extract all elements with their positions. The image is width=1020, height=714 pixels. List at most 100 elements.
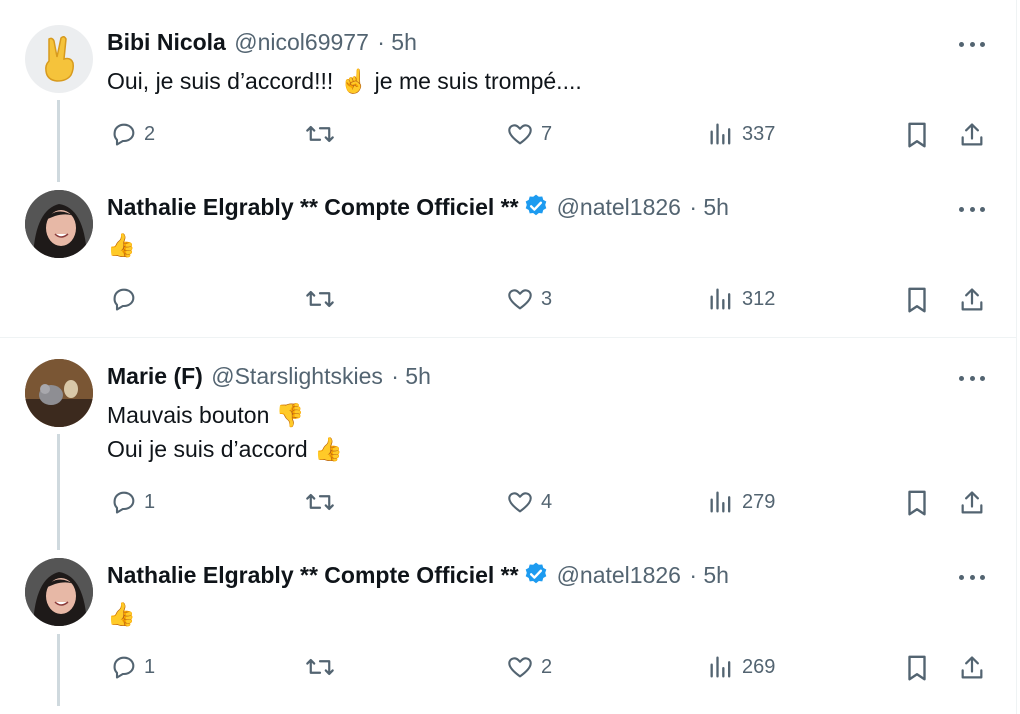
retweet-icon [306,290,334,308]
more-icon[interactable] [959,374,985,382]
views-icon [710,123,731,145]
reply-icon [113,288,135,311]
tweet-text: 👍 [107,597,136,631]
tweet-header: Marie (F) @Starslightskies · 5h [107,362,431,390]
bookmark-button[interactable] [904,120,930,150]
tweet-time[interactable]: · 5h [689,194,729,220]
views-button[interactable]: 269 [706,653,775,681]
author-name[interactable]: Nathalie Elgrably ** Compte Officiel ** [107,562,519,588]
reply-icon [113,123,135,146]
like-count: 7 [541,122,553,145]
profile-photo [25,558,93,626]
share-button[interactable] [958,120,986,150]
author-handle[interactable]: @natel1826 [557,194,681,220]
more-icon[interactable] [959,573,985,581]
author-handle[interactable]: @Starslightskies [211,363,383,389]
profile-photo [25,359,93,427]
views-button[interactable]: 337 [706,120,775,148]
retweet-button[interactable] [305,120,341,148]
views-button[interactable]: 312 [706,285,775,313]
reply-count: 2 [144,122,156,145]
tweet-actions: 1 2 269 [0,653,1016,683]
reply-count: 1 [144,490,156,513]
share-icon [961,656,983,679]
victory-hand-avatar[interactable] [25,25,93,93]
tweet-line: 👍 [107,232,136,258]
like-icon [508,492,532,513]
views-icon [710,656,731,678]
retweet-button[interactable] [305,488,341,516]
like-button[interactable]: 3 [505,285,552,313]
retweet-icon [306,125,334,143]
victory-hand-icon [45,35,74,82]
nathalie-photo-avatar[interactable] [25,558,93,626]
share-icon [961,123,983,146]
tweet-line: Mauvais bouton 👎 [107,402,305,428]
like-icon [508,657,532,678]
like-count: 4 [541,490,553,513]
author-handle[interactable]: @nicol69977 [234,29,369,55]
retweet-button[interactable] [305,285,341,313]
tweet-line: Oui, je suis d’accord!!! ☝️ je me suis t… [107,68,582,94]
bookmark-icon [908,122,926,148]
bookmark-icon [908,490,926,516]
like-icon [508,289,532,310]
tweet-actions: 3 312 [0,285,1016,315]
reply-button[interactable]: 1 [110,653,155,681]
reply-button[interactable]: 2 [110,120,155,148]
bookmark-icon [908,287,926,313]
tweet-time[interactable]: · 5h [377,29,417,55]
retweet-icon [306,493,334,511]
tweet-text: Oui, je suis d’accord!!! ☝️ je me suis t… [107,64,582,98]
reply-count: 1 [144,655,156,678]
like-count: 2 [541,655,553,678]
tweet-time[interactable]: · 5h [689,562,729,588]
reply-button[interactable] [110,285,144,313]
view-count: 337 [742,122,776,145]
like-icon [508,124,532,145]
share-icon [961,288,983,311]
tweet-header: Nathalie Elgrably ** Compte Officiel ** @… [107,193,729,225]
more-icon[interactable] [959,205,985,213]
retweet-button[interactable] [305,653,341,681]
conversation-timeline: Bibi Nicola @nicol69977 · 5h Oui, je sui… [0,0,1017,714]
profile-photo [25,190,93,258]
bookmark-button[interactable] [904,488,930,518]
verified-badge-icon [523,193,549,225]
view-count: 269 [742,655,776,678]
author-name[interactable]: Marie (F) [107,363,203,389]
views-button[interactable]: 279 [706,488,775,516]
views-icon [710,288,731,310]
share-button[interactable] [958,653,986,683]
nathalie-photo-avatar[interactable] [25,190,93,258]
tweet-header: Bibi Nicola @nicol69977 · 5h [107,28,417,56]
retweet-icon [306,658,334,676]
views-icon [710,491,731,513]
thread-divider [0,337,1016,338]
view-count: 312 [742,287,776,310]
tweet-line: Oui je suis d’accord 👍 [107,436,343,462]
tweet-line: 👍 [107,601,136,627]
author-name[interactable]: Nathalie Elgrably ** Compte Officiel ** [107,194,519,220]
like-button[interactable]: 2 [505,653,552,681]
marie-photo-avatar[interactable] [25,359,93,427]
tweet-actions: 2 7 337 [0,120,1016,150]
author-name[interactable]: Bibi Nicola [107,29,226,55]
like-count: 3 [541,287,553,310]
tweet-actions: 1 4 279 [0,488,1016,518]
share-button[interactable] [958,285,986,315]
more-icon[interactable] [959,40,985,48]
reply-icon [113,656,135,679]
reply-icon [113,491,135,514]
author-handle[interactable]: @natel1826 [557,562,681,588]
share-button[interactable] [958,488,986,518]
share-icon [961,491,983,514]
view-count: 279 [742,490,776,513]
bookmark-button[interactable] [904,653,930,683]
bookmark-button[interactable] [904,285,930,315]
tweet-time[interactable]: · 5h [391,363,431,389]
like-button[interactable]: 4 [505,488,552,516]
tweet-text: Mauvais bouton 👎 Oui je suis d’accord 👍 [107,398,343,466]
reply-button[interactable]: 1 [110,488,155,516]
like-button[interactable]: 7 [505,120,552,148]
